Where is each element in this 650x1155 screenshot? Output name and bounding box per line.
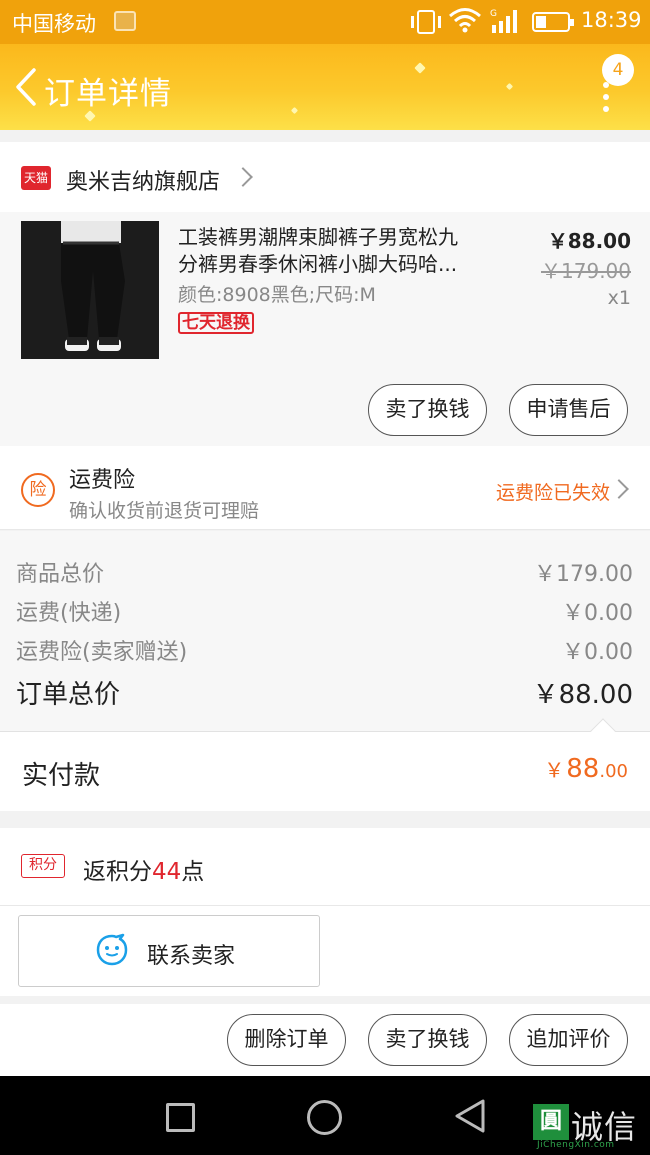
contact-seller-button[interactable]: 联系卖家 [18, 915, 320, 987]
price-summary: 商品总价 ￥179.00 运费(快递) ￥0.00 运费险(卖家赠送) ￥0.0… [0, 531, 650, 731]
sim-card-icon [114, 11, 136, 31]
sell-item-button[interactable]: 卖了换钱 [368, 1014, 487, 1066]
actual-payment-amount: ￥88.00 [544, 754, 628, 784]
recent-apps-icon[interactable] [166, 1103, 195, 1132]
product-name-line1: 工装裤男潮牌束脚裤子男宽松九 [178, 225, 458, 249]
more-menu-icon[interactable] [596, 82, 616, 112]
after-sale-button[interactable]: 申请售后 [509, 384, 628, 436]
system-nav-bar: 圓 诚信 JiChengXin.com [0, 1076, 650, 1155]
points-row: 积分 返积分44点 [0, 828, 650, 906]
insurance-title: 运费险 [69, 468, 136, 493]
tmall-icon: 天猫 [21, 166, 51, 190]
decor-star-icon [290, 106, 299, 115]
watermark-subtext: JiChengXin.com [537, 1140, 615, 1150]
insurance-status: 运费险已失效 [495, 482, 610, 504]
points-suffix: 点 [181, 859, 205, 885]
vibrate-icon [411, 10, 441, 34]
product-quantity: x1 [607, 287, 631, 309]
points-text: 返积分44点 [83, 852, 204, 886]
order-action-bar: 删除订单 卖了换钱 追加评价 [0, 1004, 650, 1076]
points-prefix: 返积分 [83, 859, 152, 885]
contact-section: 联系卖家 [0, 906, 650, 996]
decor-star-icon [414, 62, 426, 74]
insurance-subtitle: 确认收货前退货可理赔 [69, 500, 260, 522]
points-value: 44 [152, 859, 182, 885]
product-name-line2: 分裤男春季休闲裤小脚大码哈... [178, 252, 458, 276]
goods-total-value: ￥179.00 [534, 562, 633, 587]
page-title: 订单详情 [44, 76, 172, 112]
message-badge: 4 [602, 54, 634, 86]
shipping-fee-label: 运费(快递) [16, 601, 122, 626]
contact-seller-label: 联系卖家 [147, 944, 236, 969]
product-name: 工装裤男潮牌束脚裤子男宽松九 分裤男春季休闲裤小脚大码哈... [178, 224, 488, 278]
order-total-value: ￥88.00 [532, 680, 633, 710]
return-policy-tag: 七天退换 [178, 312, 254, 334]
points-icon: 积分 [21, 854, 65, 878]
insurance-fee-value: ￥0.00 [562, 640, 633, 665]
chevron-right-icon [233, 167, 253, 187]
clock: 18:39 [581, 8, 642, 32]
sell-item-button[interactable]: 卖了换钱 [368, 384, 487, 436]
status-bar: 中国移动 G 18:39 [0, 0, 650, 44]
network-type-label: G [490, 9, 497, 19]
watermark-logo: 圓 诚信 JiChengXin.com [533, 1104, 648, 1150]
actual-payment-row: 实付款 ￥88.00 [0, 718, 650, 811]
store-row[interactable]: 天猫 奥米吉纳旗舰店 [0, 142, 650, 212]
watermark-mark: 圓 [533, 1104, 569, 1140]
product-price: ￥88.00 [547, 229, 631, 253]
amount-decimal: .00 [599, 761, 628, 782]
store-name: 奥米吉纳旗舰店 [66, 170, 221, 195]
wangwang-chat-icon [96, 933, 128, 966]
product-attributes: 颜色:8908黑色;尺码:M [178, 284, 376, 306]
nav-back-icon[interactable] [453, 1098, 487, 1134]
home-icon[interactable] [307, 1100, 342, 1135]
shipping-insurance-row[interactable]: 险 运费险 确认收货前退货可理赔 运费险已失效 [0, 446, 650, 530]
battery-icon [532, 12, 574, 32]
amount-integer: 88 [566, 754, 600, 784]
product-card[interactable]: 工装裤男潮牌束脚裤子男宽松九 分裤男春季休闲裤小脚大码哈... 颜色:8908黑… [0, 212, 650, 446]
chevron-right-icon [609, 479, 629, 499]
goods-total-label: 商品总价 [16, 562, 105, 587]
currency-symbol: ￥ [544, 758, 565, 782]
decor-star-icon [505, 82, 514, 91]
app-header: 订单详情 4 [0, 44, 650, 130]
order-total-label: 订单总价 [16, 680, 121, 710]
actual-payment-label: 实付款 [22, 761, 101, 791]
signal-icon: G [490, 9, 517, 33]
carrier-name: 中国移动 [12, 12, 96, 36]
shipping-fee-value: ￥0.00 [562, 601, 633, 626]
add-review-button[interactable]: 追加评价 [509, 1014, 628, 1066]
delete-order-button[interactable]: 删除订单 [227, 1014, 346, 1066]
product-image[interactable] [21, 221, 159, 359]
insurance-fee-label: 运费险(卖家赠送) [16, 640, 188, 665]
wifi-icon [449, 8, 481, 33]
product-original-price: ￥179.00 [541, 259, 631, 283]
insurance-icon: 险 [21, 473, 55, 507]
